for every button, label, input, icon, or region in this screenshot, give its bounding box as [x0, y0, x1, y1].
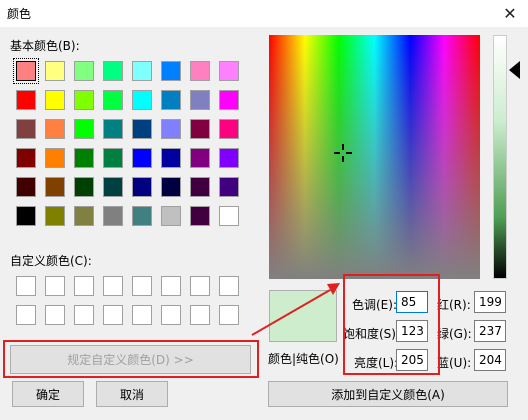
color-dialog: 颜色 ✕ 基本颜色(B): 自定义颜色(C): 规定自定义颜色(D) >> 确定… [0, 0, 528, 420]
annotation-arrow [251, 283, 340, 336]
